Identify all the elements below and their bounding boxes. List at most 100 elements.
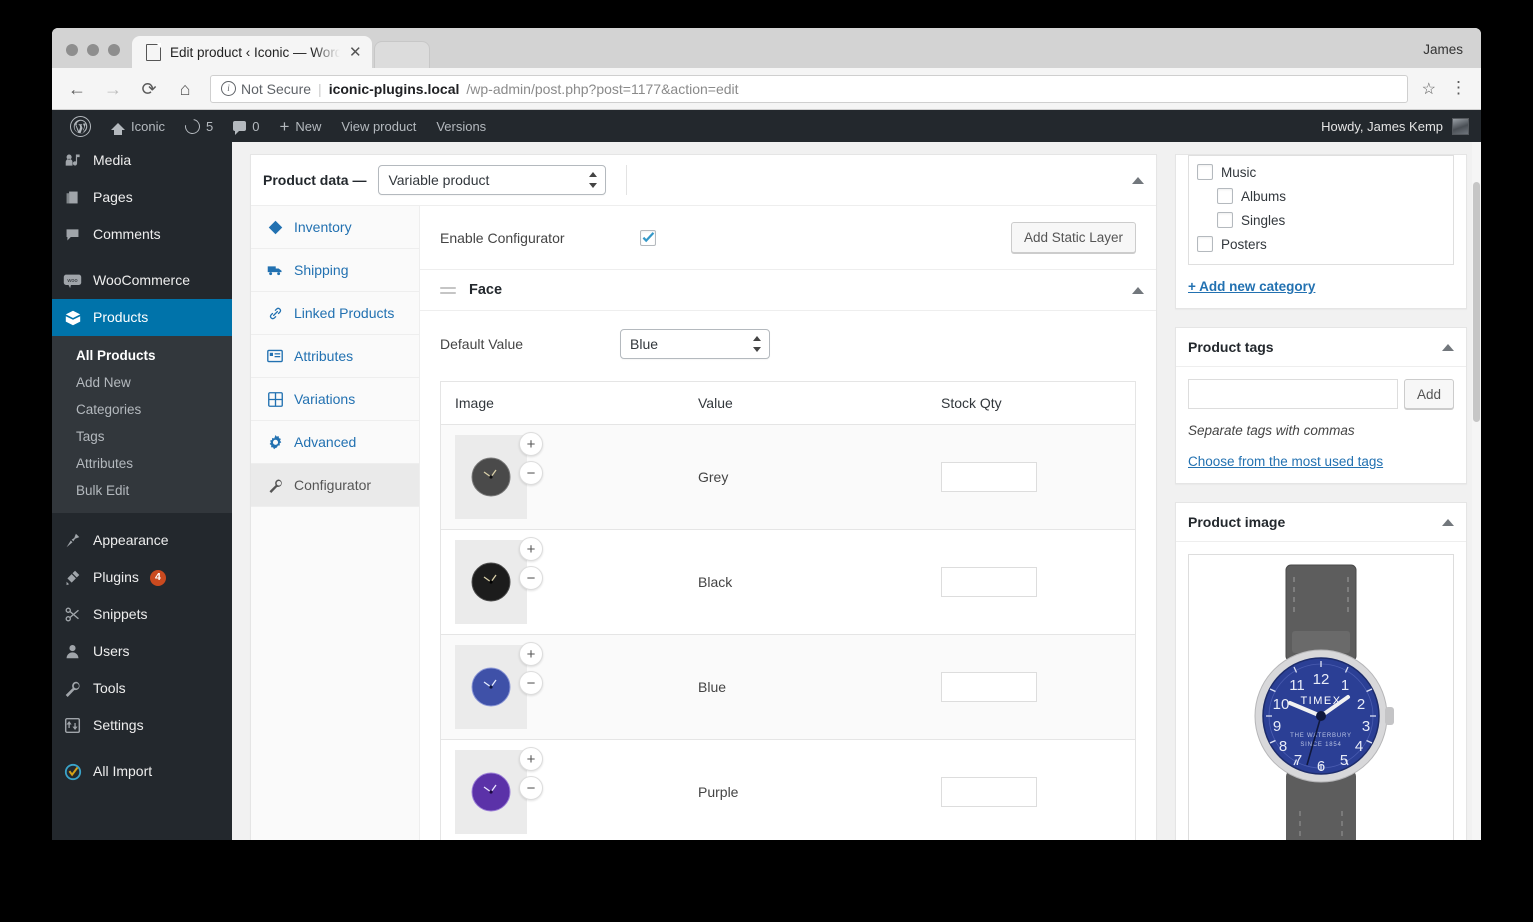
- stock-qty-input[interactable]: [941, 672, 1037, 702]
- main-column: Product data — Variable product: [250, 154, 1157, 840]
- box-collapse-toggle[interactable]: [1442, 344, 1454, 351]
- sidebar-item-snippets[interactable]: Snippets: [52, 596, 232, 633]
- home-icon[interactable]: ⌂: [174, 78, 196, 100]
- category-item-posters[interactable]: Posters: [1197, 232, 1445, 256]
- layer-collapse-toggle[interactable]: [1132, 287, 1144, 294]
- new-content-menu[interactable]: + New: [269, 110, 331, 142]
- tag-input[interactable]: [1188, 379, 1398, 409]
- browser-tab-active[interactable]: Edit product ‹ Iconic — WordPr ✕: [132, 36, 372, 68]
- tab-advanced[interactable]: Advanced: [251, 421, 419, 464]
- category-item-singles[interactable]: Singles: [1197, 208, 1445, 232]
- product-tags-box: Product tags Add Separate tags with comm…: [1175, 327, 1467, 484]
- add-static-layer-button[interactable]: Add Static Layer: [1011, 222, 1136, 253]
- sidebar-item-products[interactable]: Products: [52, 299, 232, 336]
- page-scrollbar-track[interactable]: [1472, 142, 1481, 840]
- sidebar-item-woocommerce[interactable]: woo WooCommerce: [52, 262, 232, 299]
- minimize-window-button[interactable]: [87, 44, 99, 56]
- versions-link[interactable]: Versions: [426, 110, 496, 142]
- stock-qty-input[interactable]: [941, 462, 1037, 492]
- panel-collapse-toggle[interactable]: [1132, 177, 1144, 184]
- product-image-title: Product image: [1188, 514, 1285, 530]
- add-image-button[interactable]: +: [519, 642, 543, 666]
- row-stock-cell: [927, 425, 1136, 530]
- remove-image-button[interactable]: −: [519, 461, 543, 485]
- add-new-category-link[interactable]: + Add new category: [1188, 279, 1315, 294]
- sidebar-item-media[interactable]: Media: [52, 142, 232, 179]
- maximize-window-button[interactable]: [108, 44, 120, 56]
- variant-thumbnail[interactable]: [455, 645, 527, 729]
- sidebar-item-settings[interactable]: Settings: [52, 707, 232, 744]
- category-checkbox[interactable]: [1197, 164, 1213, 180]
- product-type-select[interactable]: Variable product: [378, 165, 606, 195]
- submenu-item-tags[interactable]: Tags: [52, 423, 232, 450]
- back-icon[interactable]: ←: [66, 78, 88, 100]
- browser-menu-icon[interactable]: ⋮: [1450, 83, 1467, 93]
- default-value-select-wrap[interactable]: Blue: [620, 329, 770, 359]
- tab-variations[interactable]: Variations: [251, 378, 419, 421]
- category-item-albums[interactable]: Albums: [1197, 184, 1445, 208]
- remove-image-button[interactable]: −: [519, 776, 543, 800]
- sidebar-item-tools[interactable]: Tools: [52, 670, 232, 707]
- submenu-item-add-new[interactable]: Add New: [52, 369, 232, 396]
- category-label: Posters: [1221, 237, 1267, 252]
- browser-profile-name[interactable]: James: [1423, 42, 1463, 57]
- sidebar-item-pages[interactable]: Pages: [52, 179, 232, 216]
- category-checkbox[interactable]: [1217, 212, 1233, 228]
- wp-logo-menu[interactable]: [60, 110, 101, 142]
- site-name-menu[interactable]: Iconic: [101, 110, 175, 142]
- stock-qty-input[interactable]: [941, 567, 1037, 597]
- submenu-item-attributes[interactable]: Attributes: [52, 450, 232, 477]
- wp-admin-bar: Iconic 5 0 + New View product Versions H…: [52, 110, 1481, 142]
- tab-shipping[interactable]: Shipping: [251, 249, 419, 292]
- remove-image-button[interactable]: −: [519, 566, 543, 590]
- drag-handle-icon[interactable]: [440, 287, 456, 294]
- bookmark-star-icon[interactable]: ☆: [1422, 79, 1436, 99]
- add-image-button[interactable]: +: [519, 537, 543, 561]
- sidebar-item-users[interactable]: Users: [52, 633, 232, 670]
- sidebar-item-plugins[interactable]: Plugins 4: [52, 559, 232, 596]
- page-scrollbar-thumb[interactable]: [1473, 182, 1480, 422]
- updates-menu[interactable]: 5: [175, 110, 223, 142]
- reload-icon[interactable]: ⟳: [138, 78, 160, 100]
- category-checkbox[interactable]: [1197, 236, 1213, 252]
- layer-values-table: Image Value Stock Qty: [440, 381, 1136, 840]
- add-tag-button[interactable]: Add: [1404, 379, 1454, 409]
- default-value-select[interactable]: Blue: [620, 329, 770, 359]
- forward-icon[interactable]: →: [102, 78, 124, 100]
- most-used-tags-link[interactable]: Choose from the most used tags: [1188, 454, 1383, 469]
- add-image-button[interactable]: +: [519, 432, 543, 456]
- stock-qty-input[interactable]: [941, 777, 1037, 807]
- account-menu[interactable]: Howdy, James Kemp: [1321, 118, 1481, 135]
- browser-tab-inactive[interactable]: [374, 41, 430, 68]
- sidebar-item-all-import[interactable]: All Import: [52, 753, 232, 790]
- submenu-item-bulk-edit[interactable]: Bulk Edit: [52, 477, 232, 504]
- submenu-item-categories[interactable]: Categories: [52, 396, 232, 423]
- tab-linked-products[interactable]: Linked Products: [251, 292, 419, 335]
- window-controls[interactable]: [52, 44, 132, 68]
- sidebar-item-appearance[interactable]: Appearance: [52, 522, 232, 559]
- tab-inventory[interactable]: Inventory: [251, 206, 419, 249]
- enable-configurator-checkbox[interactable]: [640, 230, 656, 246]
- close-icon[interactable]: ✕: [349, 45, 362, 60]
- security-status[interactable]: i Not Secure: [221, 81, 311, 97]
- variant-thumbnail[interactable]: [455, 435, 527, 519]
- variant-thumbnail[interactable]: [455, 540, 527, 624]
- tab-configurator[interactable]: Configurator: [251, 464, 419, 507]
- submenu-item-all-products[interactable]: All Products: [52, 342, 232, 369]
- wrench-icon: [267, 477, 283, 493]
- remove-image-button[interactable]: −: [519, 671, 543, 695]
- variant-thumbnail[interactable]: [455, 750, 527, 834]
- tab-attributes[interactable]: Attributes: [251, 335, 419, 378]
- product-image-frame[interactable]: 12 1 2 3 4 5 6 7 8 9: [1188, 554, 1454, 840]
- add-image-button[interactable]: +: [519, 747, 543, 771]
- category-checkbox[interactable]: [1217, 188, 1233, 204]
- comments-menu[interactable]: 0: [223, 110, 269, 142]
- address-bar[interactable]: i Not Secure | iconic-plugins.local/wp-a…: [210, 75, 1408, 103]
- view-product-link[interactable]: View product: [331, 110, 426, 142]
- box-collapse-toggle[interactable]: [1442, 519, 1454, 526]
- close-window-button[interactable]: [66, 44, 78, 56]
- category-label: Singles: [1241, 213, 1285, 228]
- category-item-music[interactable]: Music: [1197, 160, 1445, 184]
- product-type-select-wrap[interactable]: Variable product: [378, 165, 606, 195]
- sidebar-item-comments[interactable]: Comments: [52, 216, 232, 253]
